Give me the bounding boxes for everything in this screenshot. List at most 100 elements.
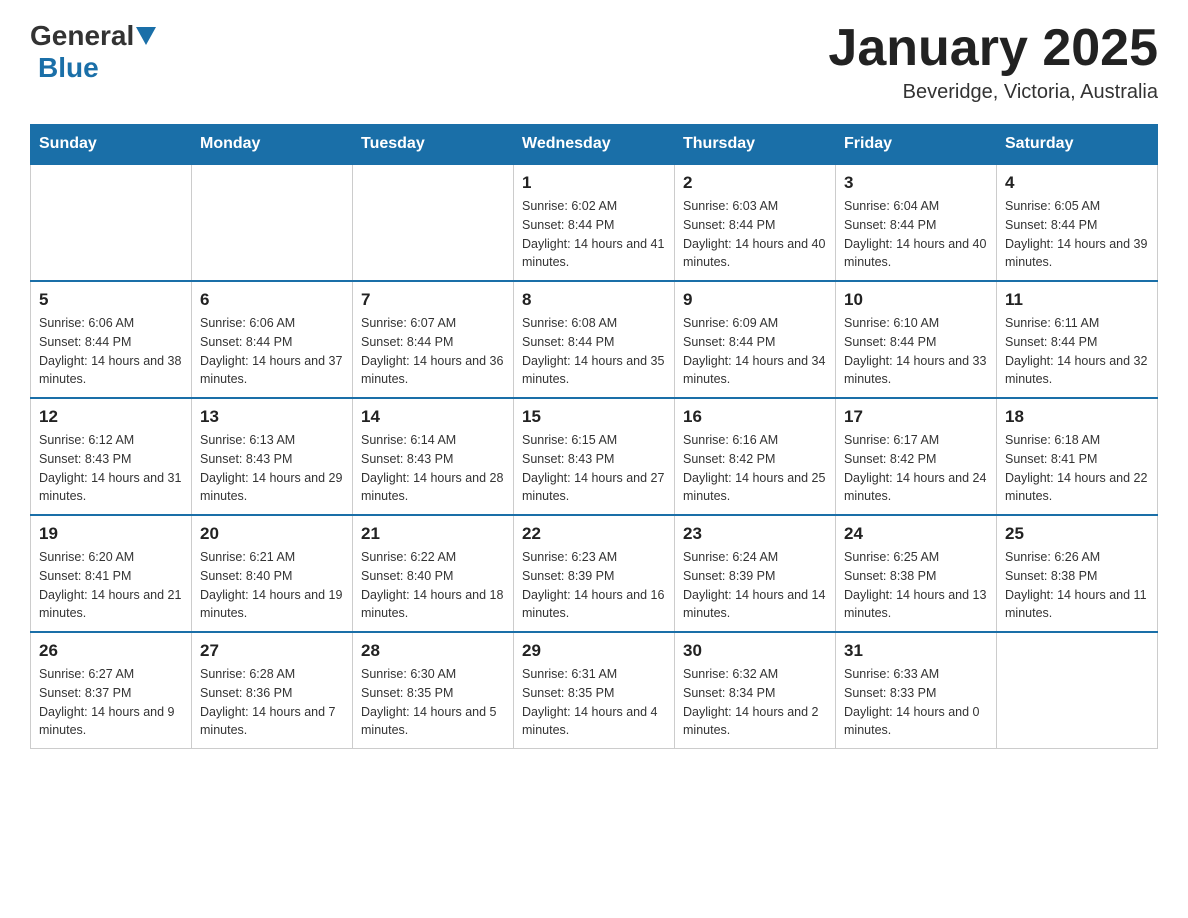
- weekday-header-wednesday: Wednesday: [514, 125, 675, 165]
- weekday-header-thursday: Thursday: [675, 125, 836, 165]
- logo-triangle-icon: [136, 27, 156, 45]
- title-area: January 2025 Beveridge, Victoria, Austra…: [828, 20, 1158, 104]
- day-number: 28: [361, 641, 505, 661]
- day-number: 24: [844, 524, 988, 544]
- day-cell-1: 1 Sunrise: 6:02 AM Sunset: 8:44 PM Daylig…: [514, 164, 675, 281]
- day-info: Sunrise: 6:06 AM Sunset: 8:44 PM Dayligh…: [200, 314, 344, 389]
- logo-blue-text: Blue: [38, 52, 99, 83]
- day-cell-21: 21 Sunrise: 6:22 AM Sunset: 8:40 PM Dayli…: [353, 515, 514, 632]
- day-info: Sunrise: 6:02 AM Sunset: 8:44 PM Dayligh…: [522, 197, 666, 272]
- day-info: Sunrise: 6:24 AM Sunset: 8:39 PM Dayligh…: [683, 548, 827, 623]
- day-cell-6: 6 Sunrise: 6:06 AM Sunset: 8:44 PM Daylig…: [192, 281, 353, 398]
- day-number: 3: [844, 173, 988, 193]
- weekday-header-friday: Friday: [836, 125, 997, 165]
- day-info: Sunrise: 6:25 AM Sunset: 8:38 PM Dayligh…: [844, 548, 988, 623]
- day-info: Sunrise: 6:13 AM Sunset: 8:43 PM Dayligh…: [200, 431, 344, 506]
- day-info: Sunrise: 6:06 AM Sunset: 8:44 PM Dayligh…: [39, 314, 183, 389]
- day-cell-25: 25 Sunrise: 6:26 AM Sunset: 8:38 PM Dayli…: [997, 515, 1158, 632]
- day-cell-9: 9 Sunrise: 6:09 AM Sunset: 8:44 PM Daylig…: [675, 281, 836, 398]
- day-cell-15: 15 Sunrise: 6:15 AM Sunset: 8:43 PM Dayli…: [514, 398, 675, 515]
- day-cell-16: 16 Sunrise: 6:16 AM Sunset: 8:42 PM Dayli…: [675, 398, 836, 515]
- day-number: 4: [1005, 173, 1149, 193]
- day-number: 18: [1005, 407, 1149, 427]
- day-cell-20: 20 Sunrise: 6:21 AM Sunset: 8:40 PM Dayli…: [192, 515, 353, 632]
- day-info: Sunrise: 6:05 AM Sunset: 8:44 PM Dayligh…: [1005, 197, 1149, 272]
- day-info: Sunrise: 6:33 AM Sunset: 8:33 PM Dayligh…: [844, 665, 988, 740]
- day-info: Sunrise: 6:20 AM Sunset: 8:41 PM Dayligh…: [39, 548, 183, 623]
- day-number: 6: [200, 290, 344, 310]
- day-number: 30: [683, 641, 827, 661]
- day-cell-23: 23 Sunrise: 6:24 AM Sunset: 8:39 PM Dayli…: [675, 515, 836, 632]
- day-info: Sunrise: 6:27 AM Sunset: 8:37 PM Dayligh…: [39, 665, 183, 740]
- day-number: 1: [522, 173, 666, 193]
- logo: General Blue: [30, 20, 158, 84]
- day-cell-7: 7Sunrise: 6:07 AM Sunset: 8:44 PM Daylig…: [353, 281, 514, 398]
- day-number: 7: [361, 290, 505, 310]
- day-number: 5: [39, 290, 183, 310]
- day-number: 20: [200, 524, 344, 544]
- day-cell-8: 8Sunrise: 6:08 AM Sunset: 8:44 PM Daylig…: [514, 281, 675, 398]
- weekday-header-tuesday: Tuesday: [353, 125, 514, 165]
- day-number: 31: [844, 641, 988, 661]
- day-cell-29: 29 Sunrise: 6:31 AM Sunset: 8:35 PM Dayli…: [514, 632, 675, 749]
- day-info: Sunrise: 6:17 AM Sunset: 8:42 PM Dayligh…: [844, 431, 988, 506]
- day-cell-28: 28 Sunrise: 6:30 AM Sunset: 8:35 PM Dayli…: [353, 632, 514, 749]
- day-number: 29: [522, 641, 666, 661]
- day-number: 8: [522, 290, 666, 310]
- day-cell-5: 5 Sunrise: 6:06 AM Sunset: 8:44 PM Daylig…: [31, 281, 192, 398]
- weekday-header-saturday: Saturday: [997, 125, 1158, 165]
- day-info: Sunrise: 6:21 AM Sunset: 8:40 PM Dayligh…: [200, 548, 344, 623]
- day-info: Sunrise: 6:16 AM Sunset: 8:42 PM Dayligh…: [683, 431, 827, 506]
- day-info: Sunrise: 6:32 AM Sunset: 8:34 PM Dayligh…: [683, 665, 827, 740]
- day-info: Sunrise: 6:28 AM Sunset: 8:36 PM Dayligh…: [200, 665, 344, 740]
- day-number: 21: [361, 524, 505, 544]
- week-row-3: 12Sunrise: 6:12 AM Sunset: 8:43 PM Dayli…: [31, 398, 1158, 515]
- day-cell-2: 2Sunrise: 6:03 AM Sunset: 8:44 PM Daylig…: [675, 164, 836, 281]
- empty-cell: [192, 164, 353, 281]
- week-row-5: 26 Sunrise: 6:27 AM Sunset: 8:37 PM Dayli…: [31, 632, 1158, 749]
- day-number: 9: [683, 290, 827, 310]
- day-info: Sunrise: 6:12 AM Sunset: 8:43 PM Dayligh…: [39, 431, 183, 506]
- day-info: Sunrise: 6:11 AM Sunset: 8:44 PM Dayligh…: [1005, 314, 1149, 389]
- day-info: Sunrise: 6:18 AM Sunset: 8:41 PM Dayligh…: [1005, 431, 1149, 506]
- weekday-header-sunday: Sunday: [31, 125, 192, 165]
- day-number: 16: [683, 407, 827, 427]
- day-number: 10: [844, 290, 988, 310]
- week-row-1: 1 Sunrise: 6:02 AM Sunset: 8:44 PM Daylig…: [31, 164, 1158, 281]
- day-number: 25: [1005, 524, 1149, 544]
- day-cell-22: 22Sunrise: 6:23 AM Sunset: 8:39 PM Dayli…: [514, 515, 675, 632]
- day-cell-24: 24 Sunrise: 6:25 AM Sunset: 8:38 PM Dayli…: [836, 515, 997, 632]
- day-info: Sunrise: 6:15 AM Sunset: 8:43 PM Dayligh…: [522, 431, 666, 506]
- day-cell-30: 30 Sunrise: 6:32 AM Sunset: 8:34 PM Dayli…: [675, 632, 836, 749]
- day-info: Sunrise: 6:22 AM Sunset: 8:40 PM Dayligh…: [361, 548, 505, 623]
- day-info: Sunrise: 6:14 AM Sunset: 8:43 PM Dayligh…: [361, 431, 505, 506]
- day-info: Sunrise: 6:31 AM Sunset: 8:35 PM Dayligh…: [522, 665, 666, 740]
- week-row-2: 5 Sunrise: 6:06 AM Sunset: 8:44 PM Daylig…: [31, 281, 1158, 398]
- day-number: 19: [39, 524, 183, 544]
- day-cell-31: 31 Sunrise: 6:33 AM Sunset: 8:33 PM Dayli…: [836, 632, 997, 749]
- day-number: 17: [844, 407, 988, 427]
- day-info: Sunrise: 6:04 AM Sunset: 8:44 PM Dayligh…: [844, 197, 988, 272]
- day-number: 13: [200, 407, 344, 427]
- calendar-header-row: SundayMondayTuesdayWednesdayThursdayFrid…: [31, 125, 1158, 165]
- day-cell-11: 11Sunrise: 6:11 AM Sunset: 8:44 PM Dayli…: [997, 281, 1158, 398]
- day-number: 27: [200, 641, 344, 661]
- day-info: Sunrise: 6:03 AM Sunset: 8:44 PM Dayligh…: [683, 197, 827, 272]
- empty-cell: [31, 164, 192, 281]
- weekday-header-monday: Monday: [192, 125, 353, 165]
- day-info: Sunrise: 6:10 AM Sunset: 8:44 PM Dayligh…: [844, 314, 988, 389]
- day-number: 15: [522, 407, 666, 427]
- location-title: Beveridge, Victoria, Australia: [828, 81, 1158, 104]
- day-info: Sunrise: 6:09 AM Sunset: 8:44 PM Dayligh…: [683, 314, 827, 389]
- day-cell-3: 3 Sunrise: 6:04 AM Sunset: 8:44 PM Daylig…: [836, 164, 997, 281]
- day-info: Sunrise: 6:26 AM Sunset: 8:38 PM Dayligh…: [1005, 548, 1149, 623]
- day-info: Sunrise: 6:30 AM Sunset: 8:35 PM Dayligh…: [361, 665, 505, 740]
- day-number: 26: [39, 641, 183, 661]
- day-number: 22: [522, 524, 666, 544]
- day-number: 23: [683, 524, 827, 544]
- day-cell-19: 19 Sunrise: 6:20 AM Sunset: 8:41 PM Dayli…: [31, 515, 192, 632]
- day-cell-4: 4 Sunrise: 6:05 AM Sunset: 8:44 PM Daylig…: [997, 164, 1158, 281]
- day-number: 14: [361, 407, 505, 427]
- empty-cell: [997, 632, 1158, 749]
- day-cell-26: 26 Sunrise: 6:27 AM Sunset: 8:37 PM Dayli…: [31, 632, 192, 749]
